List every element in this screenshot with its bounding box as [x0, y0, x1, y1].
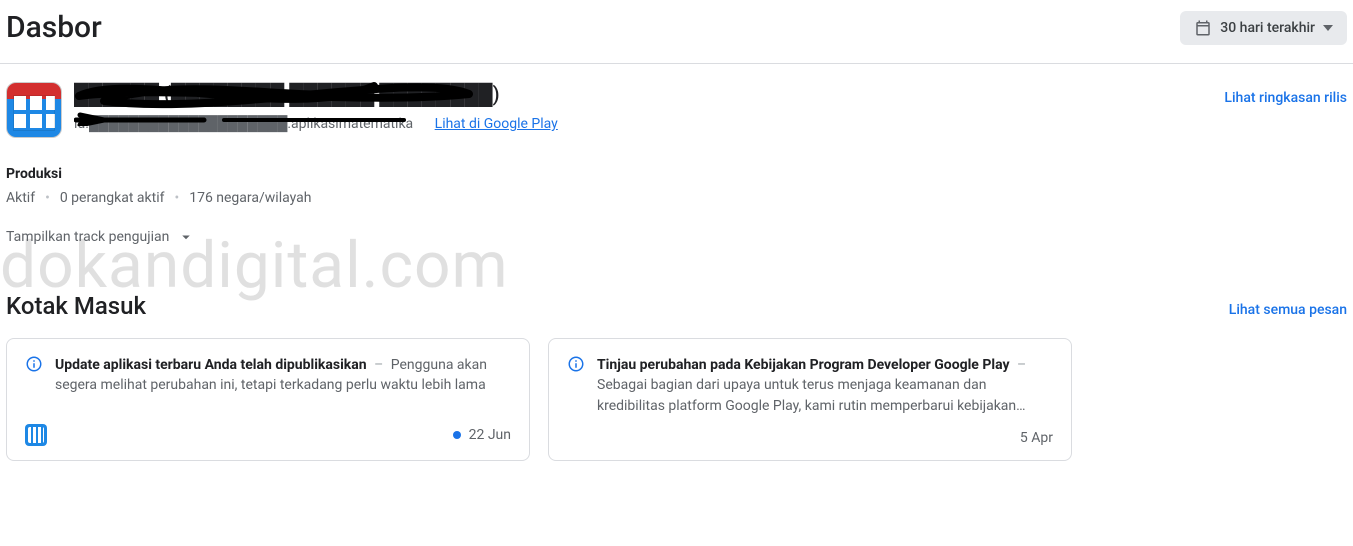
production-countries: 176 negara/wilayah — [189, 190, 311, 206]
production-status: Aktif — [6, 190, 35, 206]
inbox-message-card[interactable]: Update aplikasi terbaru Anda telah dipub… — [6, 338, 530, 461]
message-body: Sebagai bagian dari upaya untuk terus me… — [597, 377, 1026, 413]
message-title: Update aplikasi terbaru Anda telah dipub… — [55, 357, 367, 373]
view-all-messages-link[interactable]: Lihat semua pesan — [1229, 302, 1347, 318]
inbox-message-card[interactable]: Tinjau perubahan pada Kebijakan Program … — [548, 338, 1072, 461]
info-icon — [567, 355, 585, 373]
message-date: 5 Apr — [1020, 430, 1053, 446]
chevron-down-icon — [177, 228, 195, 246]
app-package-id: id.████████████████████.aplikasimatemati… — [74, 116, 413, 132]
message-title: Tinjau perubahan pada Kebijakan Program … — [597, 357, 1010, 373]
unread-dot — [453, 431, 461, 439]
view-release-summary-link[interactable]: Lihat ringkasan rilis — [1224, 82, 1347, 106]
message-date: 22 Jun — [469, 427, 511, 443]
page-title: Dasbor — [6, 10, 102, 45]
chevron-down-icon — [1323, 25, 1333, 31]
production-devices: 0 perangkat aktif — [60, 190, 165, 206]
view-in-google-play-link[interactable]: Lihat di Google Play — [435, 116, 558, 132]
app-name: ██████ (████████ ██████ ████████) — [74, 82, 1224, 107]
separator-dot: • — [174, 190, 179, 206]
date-range-selector[interactable]: 30 hari terakhir — [1180, 11, 1347, 45]
info-icon — [25, 355, 43, 373]
show-testing-tracks-label: Tampilkan track pengujian — [6, 229, 169, 245]
app-icon — [6, 82, 62, 138]
separator-dash: – — [374, 357, 383, 373]
separator-dash: – — [1017, 357, 1026, 373]
inbox-title: Kotak Masuk — [6, 292, 146, 320]
date-range-label: 30 hari terakhir — [1220, 20, 1315, 36]
calendar-icon — [1194, 19, 1212, 37]
app-mini-icon — [25, 424, 47, 446]
separator-dot: • — [45, 190, 50, 206]
show-testing-tracks-toggle[interactable]: Tampilkan track pengujian — [6, 228, 195, 246]
production-section-label: Produksi — [6, 166, 1347, 182]
